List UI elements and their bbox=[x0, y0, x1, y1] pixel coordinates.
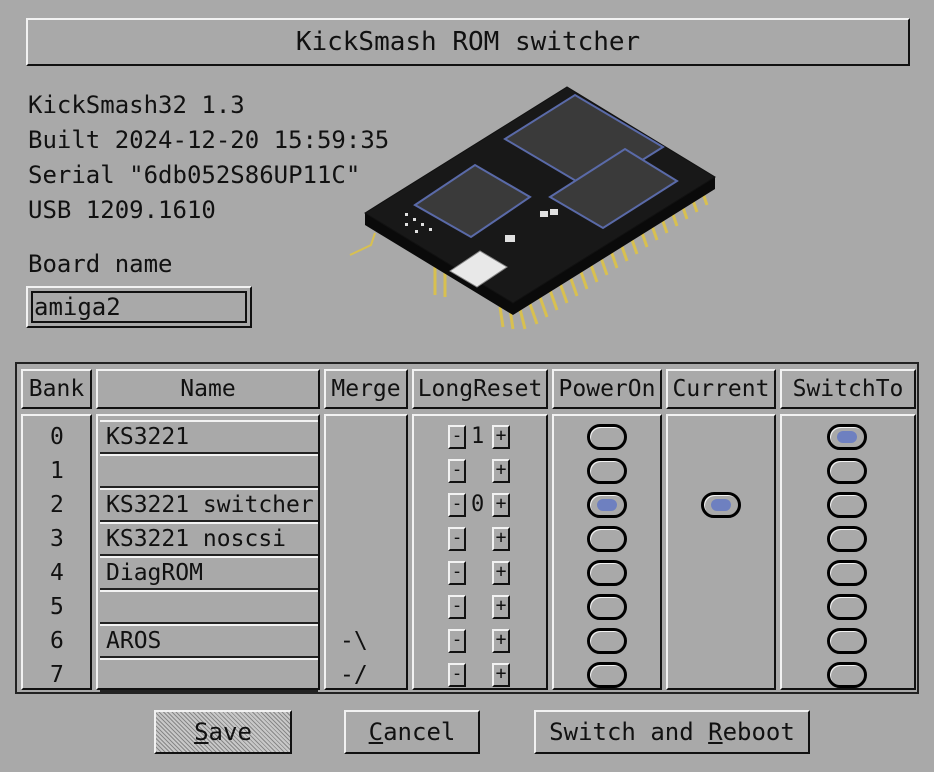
bank-name-field[interactable] bbox=[100, 658, 318, 692]
kicksmash-board-illustration bbox=[349, 86, 716, 330]
cancel-button[interactable]: Cancel bbox=[344, 710, 480, 754]
switchto-radio[interactable] bbox=[827, 628, 867, 654]
board-wire bbox=[349, 232, 376, 256]
window-title: KickSmash ROM switcher bbox=[295, 27, 641, 57]
header-poweron: PowerOn bbox=[552, 369, 662, 409]
header-longreset: LongReset bbox=[412, 369, 548, 409]
bank-name-field[interactable]: AROS bbox=[100, 624, 318, 658]
longreset-minus-button[interactable]: - bbox=[448, 493, 466, 517]
header-merge: Merge bbox=[324, 369, 408, 409]
bank-name-field[interactable]: KS3221 bbox=[100, 420, 318, 454]
switchto-radio[interactable] bbox=[827, 526, 867, 552]
bank-number: 3 bbox=[50, 526, 64, 552]
longreset-plus-button[interactable]: + bbox=[492, 459, 510, 483]
switchto-radio[interactable] bbox=[827, 424, 867, 450]
poweron-radio[interactable] bbox=[587, 594, 627, 620]
build-date: Built 2024-12-20 15:59:35 bbox=[28, 126, 390, 154]
bank-name-field[interactable]: KS3221 noscsi bbox=[100, 522, 318, 556]
poweron-radio[interactable] bbox=[587, 560, 627, 586]
header-bank: Bank bbox=[21, 369, 92, 409]
board-name-field[interactable]: amiga2 bbox=[26, 286, 252, 328]
longreset-plus-button[interactable]: + bbox=[492, 595, 510, 619]
bank-number: 1 bbox=[50, 458, 64, 484]
longreset-plus-button[interactable]: + bbox=[492, 561, 510, 585]
longreset-plus-button[interactable]: + bbox=[492, 493, 510, 517]
bank-number: 4 bbox=[50, 560, 64, 586]
longreset-value: 0 bbox=[471, 492, 485, 517]
bank-number: 5 bbox=[50, 594, 64, 620]
longreset-plus-button[interactable]: + bbox=[492, 663, 510, 687]
column-longreset bbox=[412, 414, 548, 690]
longreset-plus-button[interactable]: + bbox=[492, 527, 510, 551]
poweron-radio[interactable] bbox=[587, 662, 627, 688]
firmware-version: KickSmash32 1.3 bbox=[28, 91, 245, 119]
longreset-plus-button[interactable]: + bbox=[492, 629, 510, 653]
header-current: Current bbox=[666, 369, 776, 409]
board-name-label: Board name bbox=[28, 250, 173, 278]
merge-indicator: -\ bbox=[340, 628, 368, 654]
longreset-minus-button[interactable]: - bbox=[448, 459, 466, 483]
header-switchto: SwitchTo bbox=[780, 369, 916, 409]
bank-number: 0 bbox=[50, 424, 64, 450]
bank-name-field[interactable]: KS3221 switcher bbox=[100, 488, 318, 522]
bank-name-field[interactable]: DiagROM bbox=[100, 556, 318, 590]
poweron-radio[interactable] bbox=[587, 424, 627, 450]
longreset-minus-button[interactable]: - bbox=[448, 595, 466, 619]
window-title-bar: KickSmash ROM switcher bbox=[26, 18, 910, 66]
poweron-radio[interactable] bbox=[587, 628, 627, 654]
poweron-radio[interactable] bbox=[587, 526, 627, 552]
merge-indicator: -/ bbox=[340, 662, 368, 688]
switch-and-reboot-button[interactable]: Switch and Reboot bbox=[534, 710, 810, 754]
switchto-radio[interactable] bbox=[827, 458, 867, 484]
bank-number: 6 bbox=[50, 628, 64, 654]
header-name: Name bbox=[96, 369, 320, 409]
switchto-radio[interactable] bbox=[827, 662, 867, 688]
longreset-minus-button[interactable]: - bbox=[448, 629, 466, 653]
longreset-plus-button[interactable]: + bbox=[492, 425, 510, 449]
switchto-radio[interactable] bbox=[827, 560, 867, 586]
column-current bbox=[666, 414, 776, 690]
save-button[interactable]: Save bbox=[154, 710, 292, 754]
poweron-radio[interactable] bbox=[587, 458, 627, 484]
longreset-minus-button[interactable]: - bbox=[448, 425, 466, 449]
longreset-value: 1 bbox=[471, 424, 485, 449]
bank-name-field[interactable] bbox=[100, 590, 318, 624]
usb-id: USB 1209.1610 bbox=[28, 196, 216, 224]
current-indicator bbox=[701, 492, 741, 518]
longreset-minus-button[interactable]: - bbox=[448, 561, 466, 585]
board-name-value: amiga2 bbox=[34, 293, 121, 321]
longreset-minus-button[interactable]: - bbox=[448, 663, 466, 687]
switchto-radio[interactable] bbox=[827, 492, 867, 518]
bank-name-field[interactable] bbox=[100, 454, 318, 488]
bank-number: 7 bbox=[50, 662, 64, 688]
poweron-radio[interactable] bbox=[587, 492, 627, 518]
board-info: KickSmash32 1.3 Built 2024-12-20 15:59:3… bbox=[28, 88, 389, 228]
serial-number: Serial "6db052S86UP11C" bbox=[28, 161, 361, 189]
bank-number: 2 bbox=[50, 492, 64, 518]
longreset-minus-button[interactable]: - bbox=[448, 527, 466, 551]
switchto-radio[interactable] bbox=[827, 594, 867, 620]
